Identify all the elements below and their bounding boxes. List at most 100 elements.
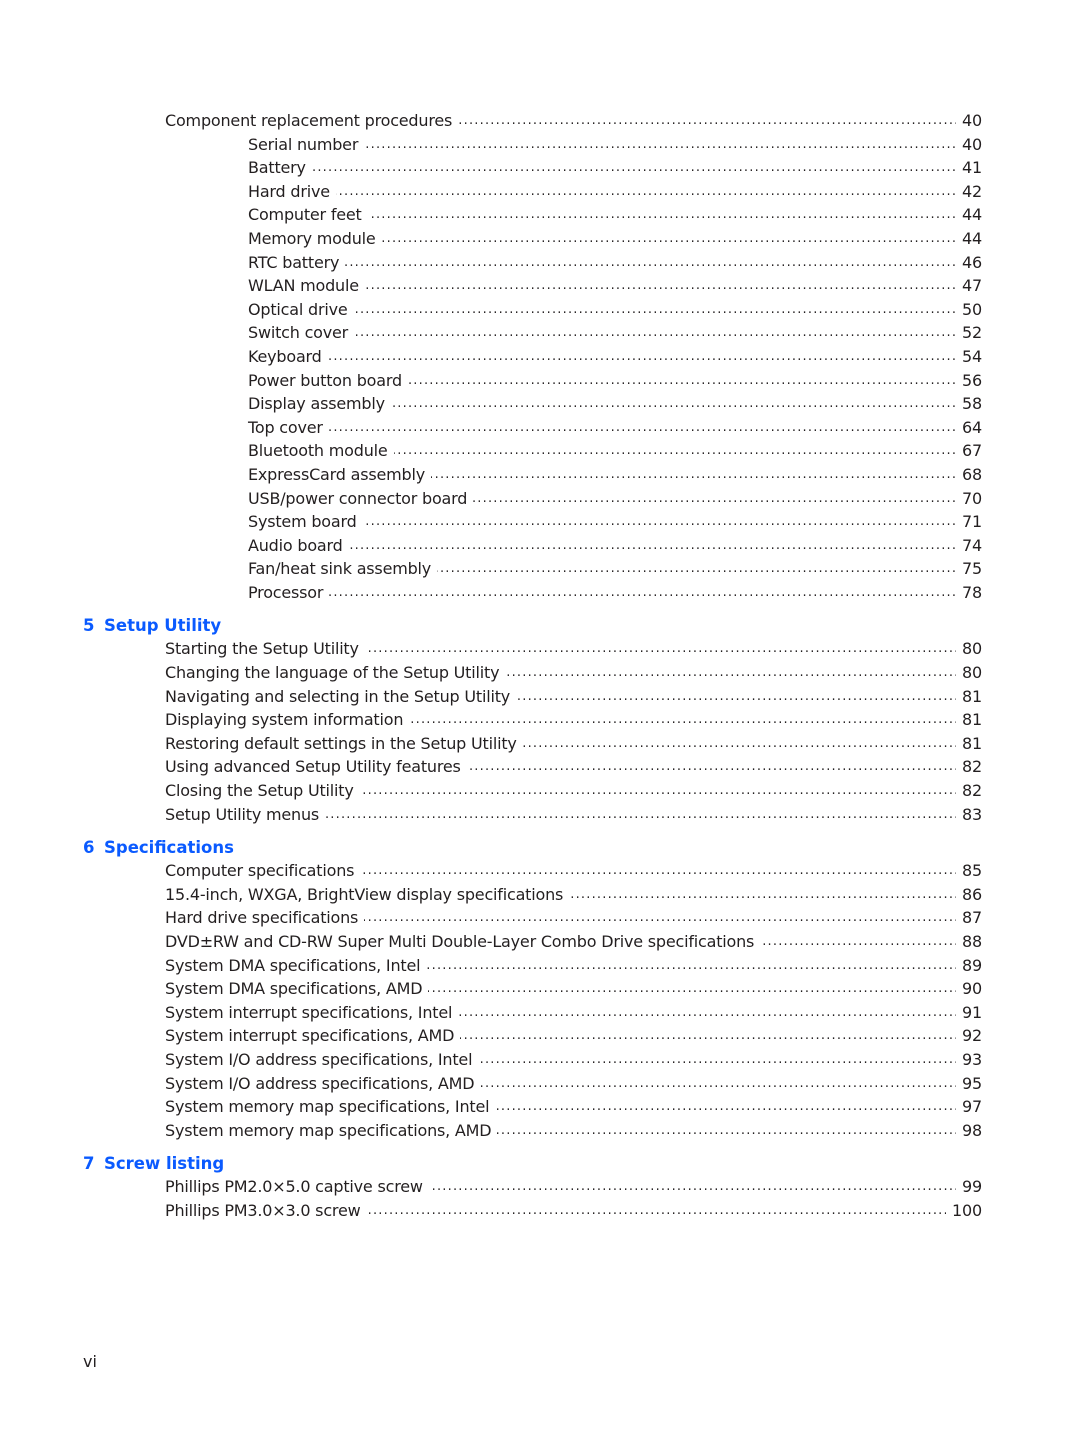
toc-entry[interactable]: ........................................… <box>0 637 1080 662</box>
toc-entry-page[interactable]: 100 <box>946 1198 982 1223</box>
toc-entry[interactable]: ........................................… <box>0 179 1080 204</box>
chapter-title[interactable]: Specifications <box>104 836 234 859</box>
toc-entry-page[interactable]: 81 <box>956 731 982 756</box>
toc-entry-title[interactable]: Restoring default settings in the Setup … <box>165 733 523 753</box>
toc-entry-title[interactable]: Serial number <box>248 134 365 154</box>
toc-entry-title[interactable]: Power button board <box>248 370 408 390</box>
toc-entry[interactable]: ........................................… <box>0 203 1080 227</box>
toc-entry[interactable]: ........................................… <box>0 226 1080 251</box>
toc-entry-title[interactable]: System board <box>248 512 363 532</box>
toc-entry-title[interactable]: Fan/heat sink assembly <box>248 559 438 579</box>
toc-entry-title[interactable]: Hard drive <box>248 181 336 201</box>
toc-entry-page[interactable]: 88 <box>956 930 982 954</box>
toc-entry-page[interactable]: 56 <box>956 368 982 393</box>
toc-entry[interactable]: ........................................… <box>0 1000 1080 1025</box>
toc-entry-page[interactable]: 75 <box>956 557 982 581</box>
toc-entry-page[interactable]: 83 <box>956 802 982 827</box>
toc-entry-title[interactable]: Switch cover <box>248 323 355 343</box>
toc-entry-title[interactable]: Phillips PM2.0×5.0 captive screw <box>165 1177 429 1197</box>
toc-entry-page[interactable]: 80 <box>956 637 982 662</box>
toc-entry-page[interactable]: 40 <box>956 109 982 133</box>
toc-entry-title[interactable]: RTC battery <box>248 252 346 272</box>
toc-entry-title[interactable]: USB/power connector board <box>248 488 474 508</box>
toc-entry[interactable]: ........................................… <box>0 297 1080 322</box>
toc-entry-title[interactable]: System memory map specifications, AMD <box>165 1120 498 1140</box>
toc-entry-title[interactable]: Changing the language of the Setup Utili… <box>165 663 506 683</box>
toc-entry-page[interactable]: 44 <box>956 203 982 227</box>
toc-entry[interactable]: ........................................… <box>0 274 1080 298</box>
toc-entry[interactable]: ........................................… <box>0 486 1080 511</box>
toc-entry-title[interactable]: Processor <box>248 582 330 602</box>
toc-entry-page[interactable]: 86 <box>956 882 982 907</box>
toc-entry[interactable]: ........................................… <box>0 882 1080 907</box>
toc-entry[interactable]: ........................................… <box>0 462 1080 487</box>
toc-entry[interactable]: ........................................… <box>0 250 1080 275</box>
toc-entry-page[interactable]: 67 <box>956 439 982 463</box>
toc-entry-title[interactable]: Phillips PM3.0×3.0 screw <box>165 1200 367 1220</box>
chapter-title[interactable]: Setup Utility <box>104 614 221 637</box>
toc-entry-page[interactable]: 82 <box>956 755 982 780</box>
toc-entry-title[interactable]: ExpressCard assembly <box>248 464 431 484</box>
toc-entry-title[interactable]: Computer feet <box>248 205 368 225</box>
toc-entry-title[interactable]: Battery <box>248 158 312 178</box>
chapter-heading[interactable]: 5 Setup Utility <box>0 614 1080 637</box>
toc-entry-title[interactable]: Memory module <box>248 228 382 248</box>
toc-entry-page[interactable]: 78 <box>956 580 982 605</box>
toc-entry-title[interactable]: System I/O address specifications, AMD <box>165 1073 481 1093</box>
toc-entry-title[interactable]: Hard drive specifications <box>165 908 365 928</box>
toc-entry-title[interactable]: Audio board <box>248 535 349 555</box>
toc-entry[interactable]: ........................................… <box>0 1175 1080 1199</box>
toc-entry[interactable]: ........................................… <box>0 392 1080 416</box>
toc-entry-page[interactable]: 89 <box>956 953 982 978</box>
toc-entry-page[interactable]: 87 <box>956 906 982 930</box>
toc-entry[interactable]: ........................................… <box>0 779 1080 803</box>
toc-entry-title[interactable]: Using advanced Setup Utility features <box>165 757 467 777</box>
toc-entry-page[interactable]: 70 <box>956 486 982 511</box>
toc-entry[interactable]: ........................................… <box>0 1024 1080 1048</box>
toc-entry-title[interactable]: System memory map specifications, Intel <box>165 1097 496 1117</box>
toc-entry-title[interactable]: DVD±RW and CD-RW Super Multi Double-Laye… <box>165 932 761 951</box>
toc-entry-page[interactable]: 58 <box>956 392 982 416</box>
toc-entry[interactable]: ........................................… <box>0 344 1080 369</box>
toc-entry-title[interactable]: System interrupt specifications, Intel <box>165 1002 459 1022</box>
toc-entry-page[interactable]: 42 <box>956 179 982 204</box>
toc-entry-page[interactable]: 98 <box>956 1118 982 1143</box>
chapter-title[interactable]: Screw listing <box>104 1152 224 1175</box>
toc-entry-page[interactable]: 40 <box>956 132 982 157</box>
toc-entry[interactable]: ........................................… <box>0 132 1080 157</box>
toc-entry[interactable]: ........................................… <box>0 755 1080 780</box>
toc-entry-page[interactable]: 74 <box>956 533 982 558</box>
toc-entry[interactable]: ........................................… <box>0 953 1080 978</box>
toc-entry-page[interactable]: 80 <box>956 661 982 685</box>
toc-entry-page[interactable]: 91 <box>956 1000 982 1025</box>
toc-entry[interactable]: ........................................… <box>0 510 1080 534</box>
toc-entry[interactable]: ........................................… <box>0 1071 1080 1096</box>
toc-entry-title[interactable]: 15.4-inch, WXGA, BrightView display spec… <box>165 884 570 904</box>
toc-entry-title[interactable]: Bluetooth module <box>248 441 394 461</box>
toc-entry[interactable]: ........................................… <box>0 1118 1080 1143</box>
chapter-heading[interactable]: 7 Screw listing <box>0 1152 1080 1175</box>
toc-entry-page[interactable]: 97 <box>956 1095 982 1119</box>
toc-entry-title[interactable]: WLAN module <box>248 276 365 296</box>
toc-entry-title[interactable]: Closing the Setup Utility <box>165 781 360 801</box>
toc-entry[interactable]: ........................................… <box>0 731 1080 756</box>
toc-entry-title[interactable]: Component replacement procedures <box>165 111 459 130</box>
toc-entry-title[interactable]: System DMA specifications, AMD <box>165 979 429 999</box>
toc-entry-title[interactable]: Display assembly <box>248 394 391 414</box>
toc-entry-page[interactable]: 47 <box>956 274 982 298</box>
toc-entry-title[interactable]: Navigating and selecting in the Setup Ut… <box>165 686 517 706</box>
toc-entry[interactable]: ........................................… <box>0 533 1080 558</box>
toc-entry-page[interactable]: 54 <box>956 344 982 369</box>
toc-entry-title[interactable]: Optical drive <box>248 299 354 319</box>
toc-entry-page[interactable]: 93 <box>956 1047 982 1072</box>
toc-entry-page[interactable]: 81 <box>956 708 982 732</box>
toc-entry-title[interactable]: System interrupt specifications, AMD <box>165 1026 461 1046</box>
toc-entry[interactable]: ........................................… <box>0 1198 1080 1223</box>
toc-entry-page[interactable]: 52 <box>956 321 982 345</box>
toc-entry-page[interactable]: 81 <box>956 684 982 709</box>
toc-entry-title[interactable]: Top cover <box>248 417 329 437</box>
toc-entry-page[interactable]: 99 <box>956 1175 982 1199</box>
toc-entry[interactable]: ........................................… <box>0 1095 1080 1119</box>
toc-entry[interactable]: ........................................… <box>0 1047 1080 1072</box>
toc-entry-page[interactable]: 46 <box>956 250 982 275</box>
